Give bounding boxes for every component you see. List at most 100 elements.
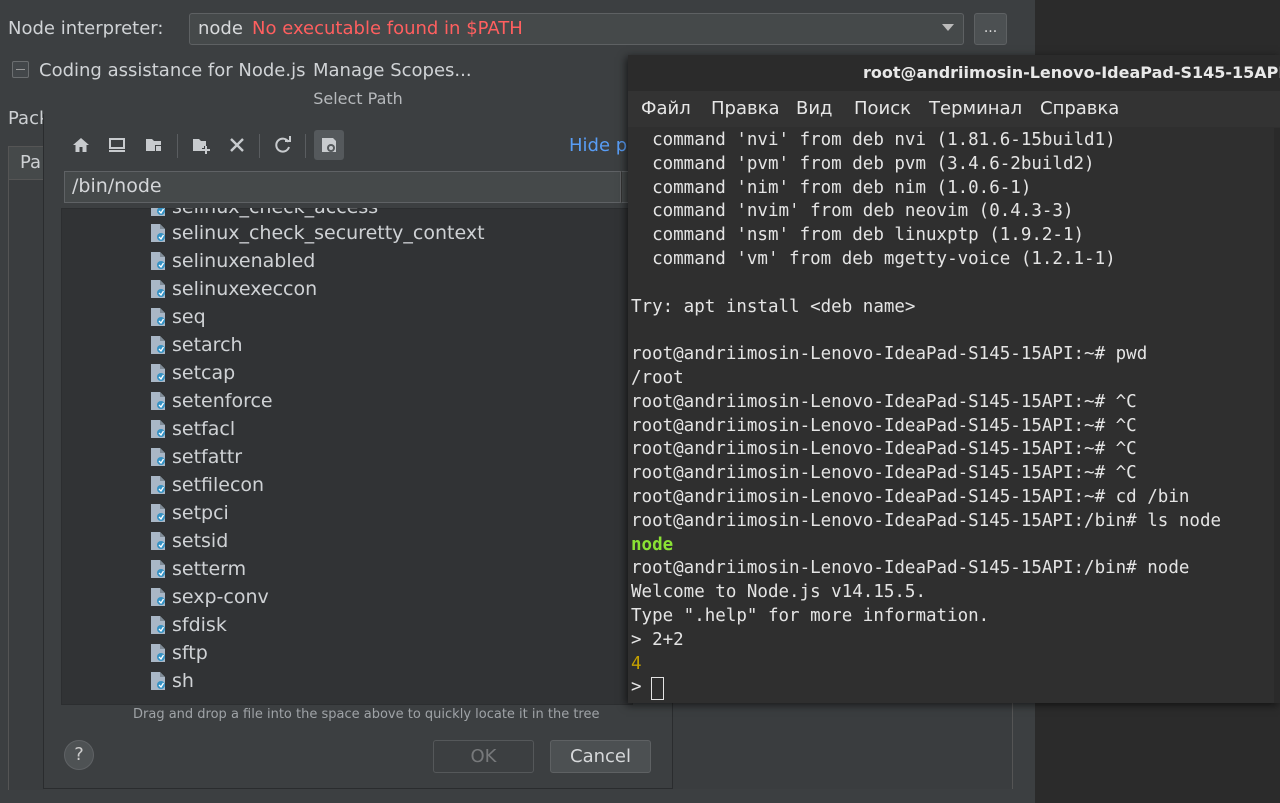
ok-button[interactable]: OK bbox=[433, 740, 534, 773]
tree-item-name: setfattr bbox=[172, 446, 243, 468]
tree-item-name: sexp-conv bbox=[172, 586, 269, 608]
node-interpreter-value: node bbox=[198, 18, 243, 39]
home-icon[interactable] bbox=[68, 132, 94, 158]
terminal-line: root@andriimosin-Lenovo-IdeaPad-S145-15A… bbox=[631, 487, 1190, 507]
terminal-line: Welcome to Node.js v14.15.5. bbox=[631, 582, 927, 603]
terminal-scrollbar[interactable] bbox=[1274, 128, 1280, 703]
tree-item[interactable]: setsid bbox=[149, 527, 228, 555]
file-tree-rows: selinux_check_access selinux_check_secur… bbox=[61, 208, 633, 705]
tree-item-name: seq bbox=[172, 306, 206, 328]
drag-drop-hint: Drag and drop a file into the space abov… bbox=[133, 707, 600, 722]
executable-file-icon bbox=[149, 531, 167, 551]
tree-item-name: setarch bbox=[172, 334, 243, 356]
toolbar-separator bbox=[305, 134, 306, 158]
terminal-line: /root bbox=[631, 368, 684, 388]
menu-help[interactable]: Справка bbox=[1040, 98, 1119, 119]
terminal-line: root@andriimosin-Lenovo-IdeaPad-S145-15A… bbox=[631, 415, 1137, 436]
executable-file-icon bbox=[149, 335, 167, 355]
tree-item[interactable]: setarch bbox=[149, 331, 243, 359]
chevron-down-icon[interactable] bbox=[942, 24, 954, 31]
terminal-line: command 'vm' from deb mgetty-voice (1.2.… bbox=[631, 249, 1116, 269]
tree-item-name: sh bbox=[172, 670, 194, 692]
menu-terminal[interactable]: Терминал bbox=[929, 98, 1022, 119]
tree-item[interactable]: setfacl bbox=[149, 415, 235, 443]
executable-file-icon bbox=[149, 643, 167, 663]
tree-item-name: setenforce bbox=[172, 390, 273, 412]
menu-edit[interactable]: Правка bbox=[711, 98, 780, 119]
terminal-output[interactable]: command 'nvi' from deb nvi (1.81.6-15bui… bbox=[631, 128, 1280, 698]
tree-item[interactable]: selinuxexeccon bbox=[149, 275, 317, 303]
node-interpreter-label: Node interpreter: bbox=[8, 18, 164, 39]
desktop-icon[interactable] bbox=[104, 132, 130, 158]
new-folder-icon[interactable] bbox=[188, 132, 214, 158]
tree-item-name: sftp bbox=[172, 642, 208, 664]
refresh-icon[interactable] bbox=[270, 132, 296, 158]
executable-file-icon bbox=[149, 615, 167, 635]
tree-item-name: selinuxenabled bbox=[172, 250, 316, 272]
tree-item[interactable]: setfattr bbox=[149, 443, 242, 471]
executable-file-icon bbox=[149, 559, 167, 579]
tree-item[interactable]: sexp-conv bbox=[149, 583, 269, 611]
terminal-line: root@andriimosin-Lenovo-IdeaPad-S145-15A… bbox=[631, 510, 1222, 531]
terminal-line: root@andriimosin-Lenovo-IdeaPad-S145-15A… bbox=[631, 558, 1190, 579]
tree-item[interactable]: seq bbox=[149, 303, 206, 331]
tree-item[interactable]: sh bbox=[149, 667, 194, 695]
tree-item-name: setterm bbox=[172, 558, 247, 580]
terminal-title: root@andriimosin-Lenovo-IdeaPad-S145-15A… bbox=[863, 63, 1280, 82]
packages-table bbox=[8, 180, 44, 790]
dialog-title: Select Path bbox=[43, 84, 673, 114]
tree-item-name: setpci bbox=[172, 502, 229, 524]
tree-item[interactable]: setpci bbox=[149, 499, 229, 527]
tree-item-name: setfilecon bbox=[172, 474, 265, 496]
terminal-line: root@andriimosin-Lenovo-IdeaPad-S145-15A… bbox=[631, 344, 1148, 365]
tree-item[interactable]: selinuxenabled bbox=[149, 247, 315, 275]
tree-item[interactable]: setcap bbox=[149, 359, 235, 387]
tree-item[interactable]: selinux_check_securetty_context bbox=[149, 219, 485, 247]
tree-item-name: setsid bbox=[172, 530, 229, 552]
tree-item[interactable]: setfilecon bbox=[149, 471, 264, 499]
tree-item[interactable]: sftp bbox=[149, 639, 208, 667]
executable-file-icon bbox=[149, 251, 167, 271]
executable-file-icon bbox=[149, 671, 167, 691]
terminal-line: Type ".help" for more information. bbox=[631, 606, 990, 626]
project-folder-icon[interactable] bbox=[141, 132, 167, 158]
executable-file-icon bbox=[149, 447, 167, 467]
tree-item-name: setfacl bbox=[172, 418, 236, 440]
menu-file[interactable]: Файл bbox=[641, 98, 691, 119]
menu-view[interactable]: Вид bbox=[796, 98, 833, 119]
terminal-line: root@andriimosin-Lenovo-IdeaPad-S145-15A… bbox=[631, 439, 1137, 460]
packages-tab-label: Pa bbox=[20, 152, 42, 173]
executable-file-icon bbox=[149, 503, 167, 523]
terminal-line: command 'nvi' from deb nvi (1.81.6-15bui… bbox=[631, 130, 1116, 150]
coding-assistance-label: Coding assistance for Node.js bbox=[39, 60, 306, 81]
toolbar-separator bbox=[259, 134, 260, 158]
terminal-line: root@andriimosin-Lenovo-IdeaPad-S145-15A… bbox=[631, 463, 1137, 484]
path-input-value: /bin/node bbox=[72, 175, 162, 197]
coding-assistance-checkbox[interactable] bbox=[12, 61, 29, 78]
node-interpreter-error: No executable found in $PATH bbox=[252, 18, 523, 39]
terminal-line: Try: apt install <deb name> bbox=[631, 296, 916, 317]
terminal-line: command 'pvm' from deb pvm (3.4.6-2build… bbox=[631, 153, 1095, 174]
tree-item-name: selinuxexeccon bbox=[172, 278, 318, 300]
browse-interpreter-button[interactable]: ... bbox=[974, 13, 1007, 45]
tree-item[interactable]: setterm bbox=[149, 555, 246, 583]
terminal-line: command 'nsm' from deb linuxptp (1.9.2-1… bbox=[631, 225, 1085, 246]
show-hidden-icon[interactable] bbox=[316, 132, 342, 158]
manage-scopes-link[interactable]: Manage Scopes... bbox=[313, 60, 472, 81]
terminal-line: > bbox=[631, 677, 653, 698]
cancel-button[interactable]: Cancel bbox=[550, 740, 651, 773]
tree-item-name: setcap bbox=[172, 362, 236, 384]
help-button[interactable]: ? bbox=[64, 740, 94, 770]
executable-file-icon bbox=[149, 223, 167, 243]
executable-file-icon bbox=[149, 307, 167, 327]
executable-file-icon bbox=[149, 587, 167, 607]
tree-item[interactable]: setenforce bbox=[149, 387, 273, 415]
terminal-line: root@andriimosin-Lenovo-IdeaPad-S145-15A… bbox=[631, 391, 1137, 412]
executable-file-icon bbox=[149, 419, 167, 439]
tree-item-name: sfdisk bbox=[172, 614, 227, 636]
delete-icon[interactable] bbox=[224, 132, 250, 158]
tree-item-name: selinux_check_securetty_context bbox=[172, 222, 485, 244]
menu-search[interactable]: Поиск bbox=[854, 98, 911, 119]
executable-file-icon bbox=[149, 363, 167, 383]
tree-item[interactable]: sfdisk bbox=[149, 611, 227, 639]
